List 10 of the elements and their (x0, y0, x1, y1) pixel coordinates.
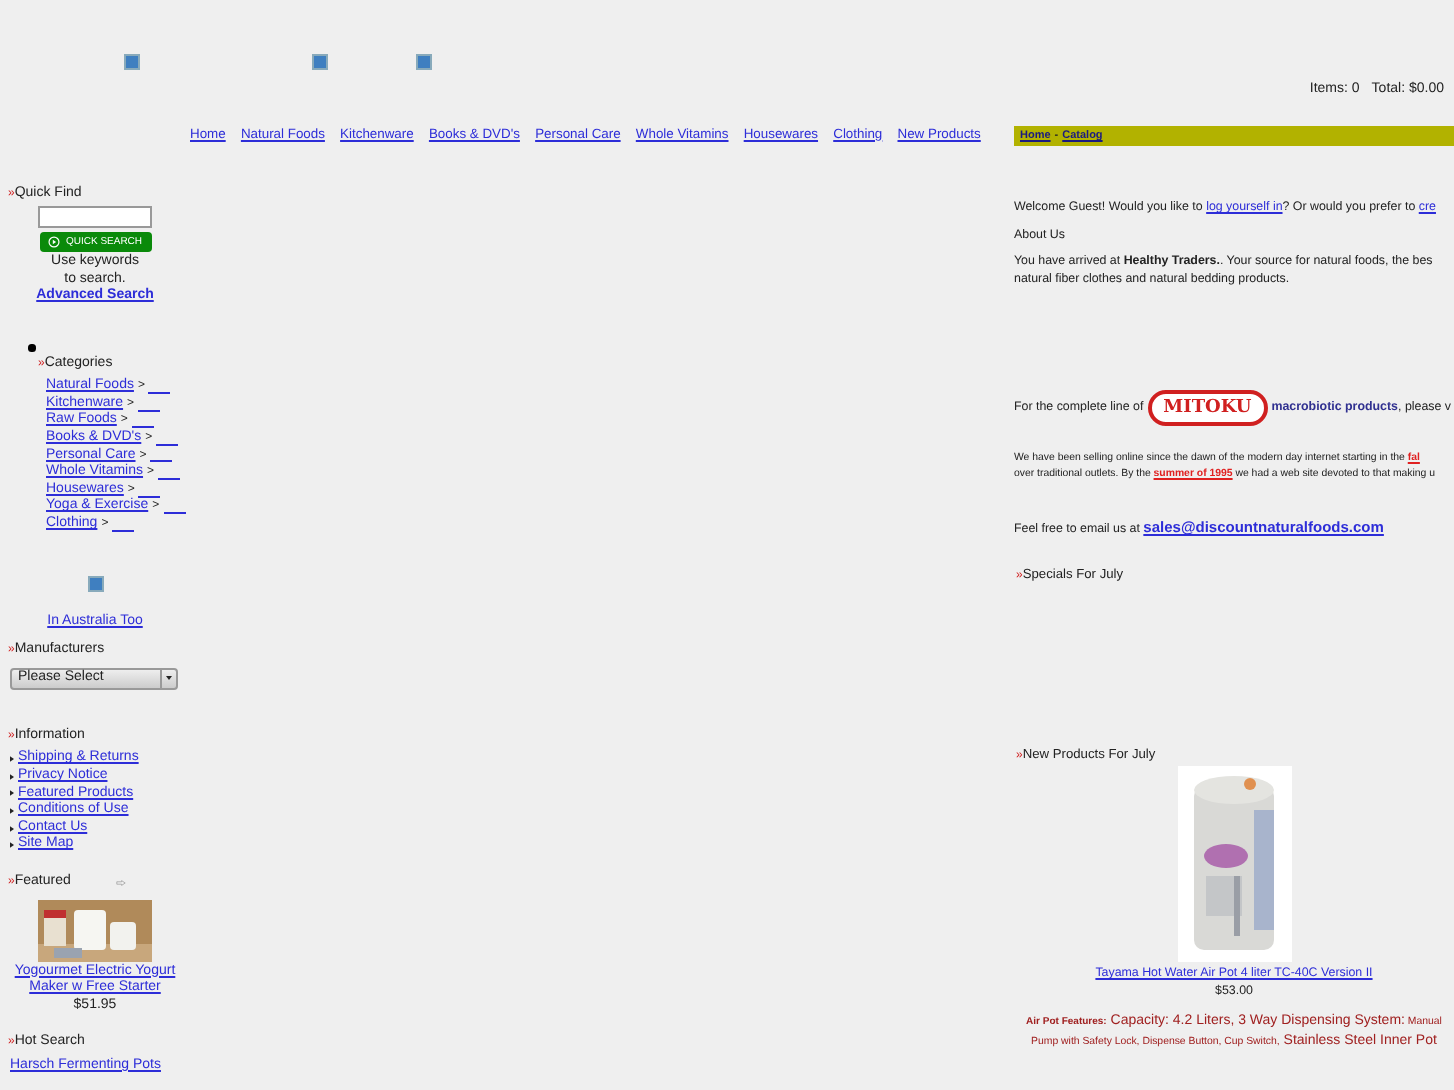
broken-image-icon (312, 54, 328, 70)
play-icon (47, 235, 60, 248)
arrow-icon (116, 879, 127, 886)
caret-icon (166, 676, 172, 681)
broken-image-icon (124, 54, 140, 70)
broken-image-icon (87, 575, 103, 592)
search-field[interactable] (38, 205, 152, 228)
broken-image-icon (416, 54, 432, 70)
mitoku-logo: MITOKU (1147, 390, 1268, 427)
bullet-icon (28, 344, 35, 352)
